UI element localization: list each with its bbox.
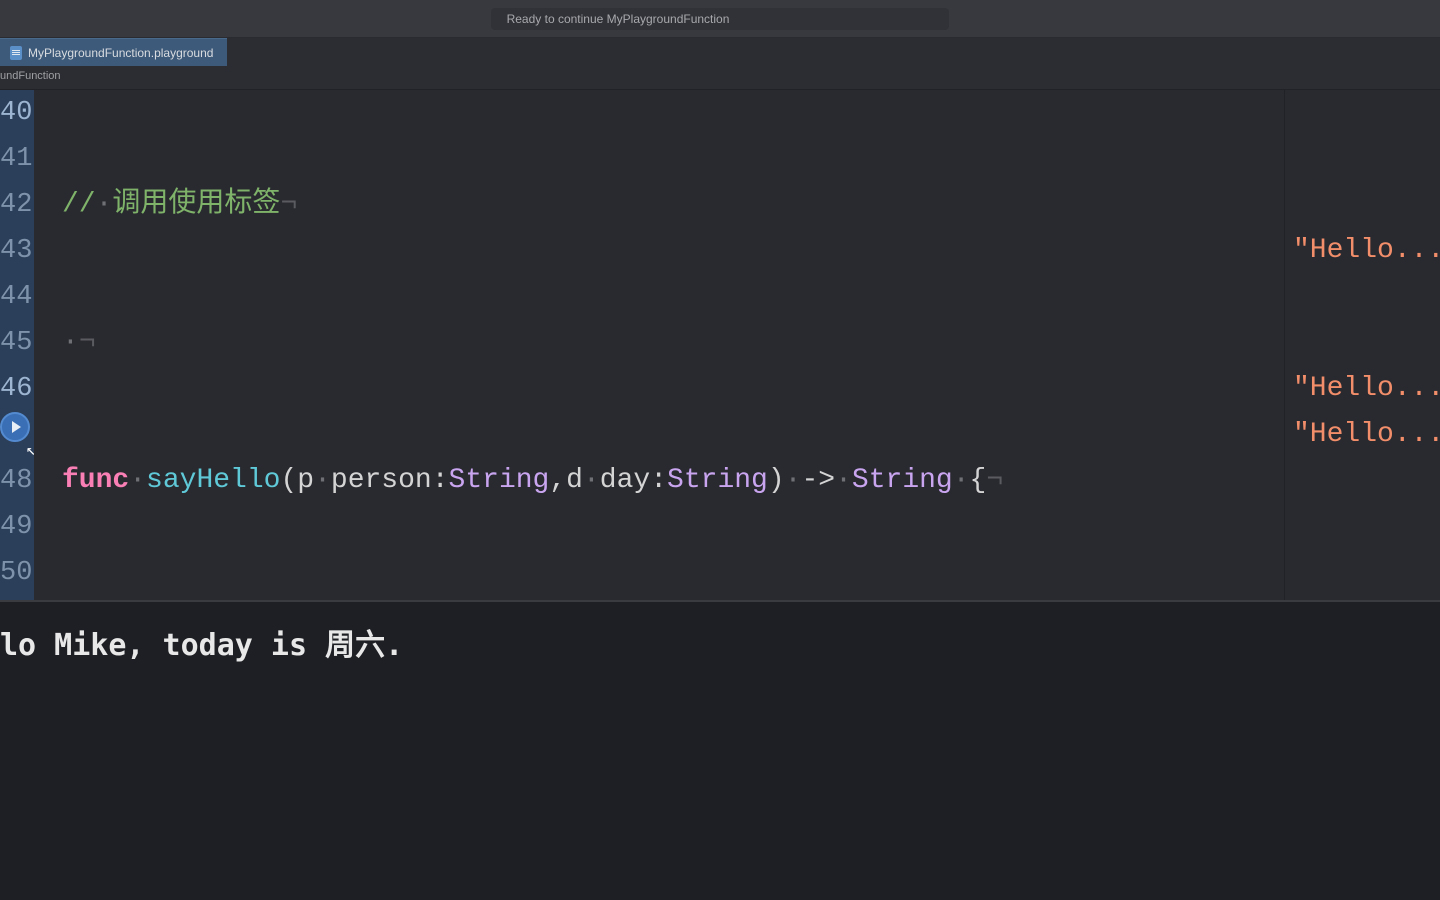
toolbar: Ready to continue MyPlaygroundFunction [0,0,1440,38]
editor: 40 41 42 43 44 45 46 47 48 49 50 ↖ //·调用… [0,90,1440,600]
line-number: 49 [0,504,32,550]
line-gutter: 40 41 42 43 44 45 46 47 48 49 50 ↖ [0,90,34,600]
result-value[interactable]: "Hello... [1293,228,1440,274]
result-value[interactable]: "Hello... [1293,366,1440,412]
run-button[interactable] [0,412,30,442]
line-number: 46 [0,366,32,412]
line-number: 45 [0,320,32,366]
line-number: 44 [0,274,32,320]
line-number: 41 [0,136,32,182]
code-line: //·调用使用标签¬ [62,182,1284,228]
code-line: ····return·"Hello·\(person),·today·is·\(… [62,596,1284,600]
line-number: 40 [0,90,32,136]
console-output[interactable]: lo Mike, today is 周六. [0,600,1440,900]
breadcrumb[interactable]: undFunction [0,66,1440,90]
tab-bar: MyPlaygroundFunction.playground [0,38,1440,66]
line-number: 42 [0,182,32,228]
result-value[interactable]: "Hello... [1293,412,1440,458]
code-line: ·¬ [62,320,1284,366]
tab-filename: MyPlaygroundFunction.playground [28,46,213,60]
results-sidebar: "Hello... "Hello... "Hello... [1284,90,1440,600]
line-number: 43 [0,228,32,274]
file-icon [10,46,22,60]
code-line: func·sayHello(p·person:String,d·day:Stri… [62,458,1284,504]
line-number: 48 [0,458,32,504]
line-number: 50 [0,550,32,596]
code-area[interactable]: //·调用使用标签¬ ·¬ func·sayHello(p·person:Str… [34,90,1284,600]
tab-file[interactable]: MyPlaygroundFunction.playground [0,38,227,66]
status-message: Ready to continue MyPlaygroundFunction [491,8,950,30]
